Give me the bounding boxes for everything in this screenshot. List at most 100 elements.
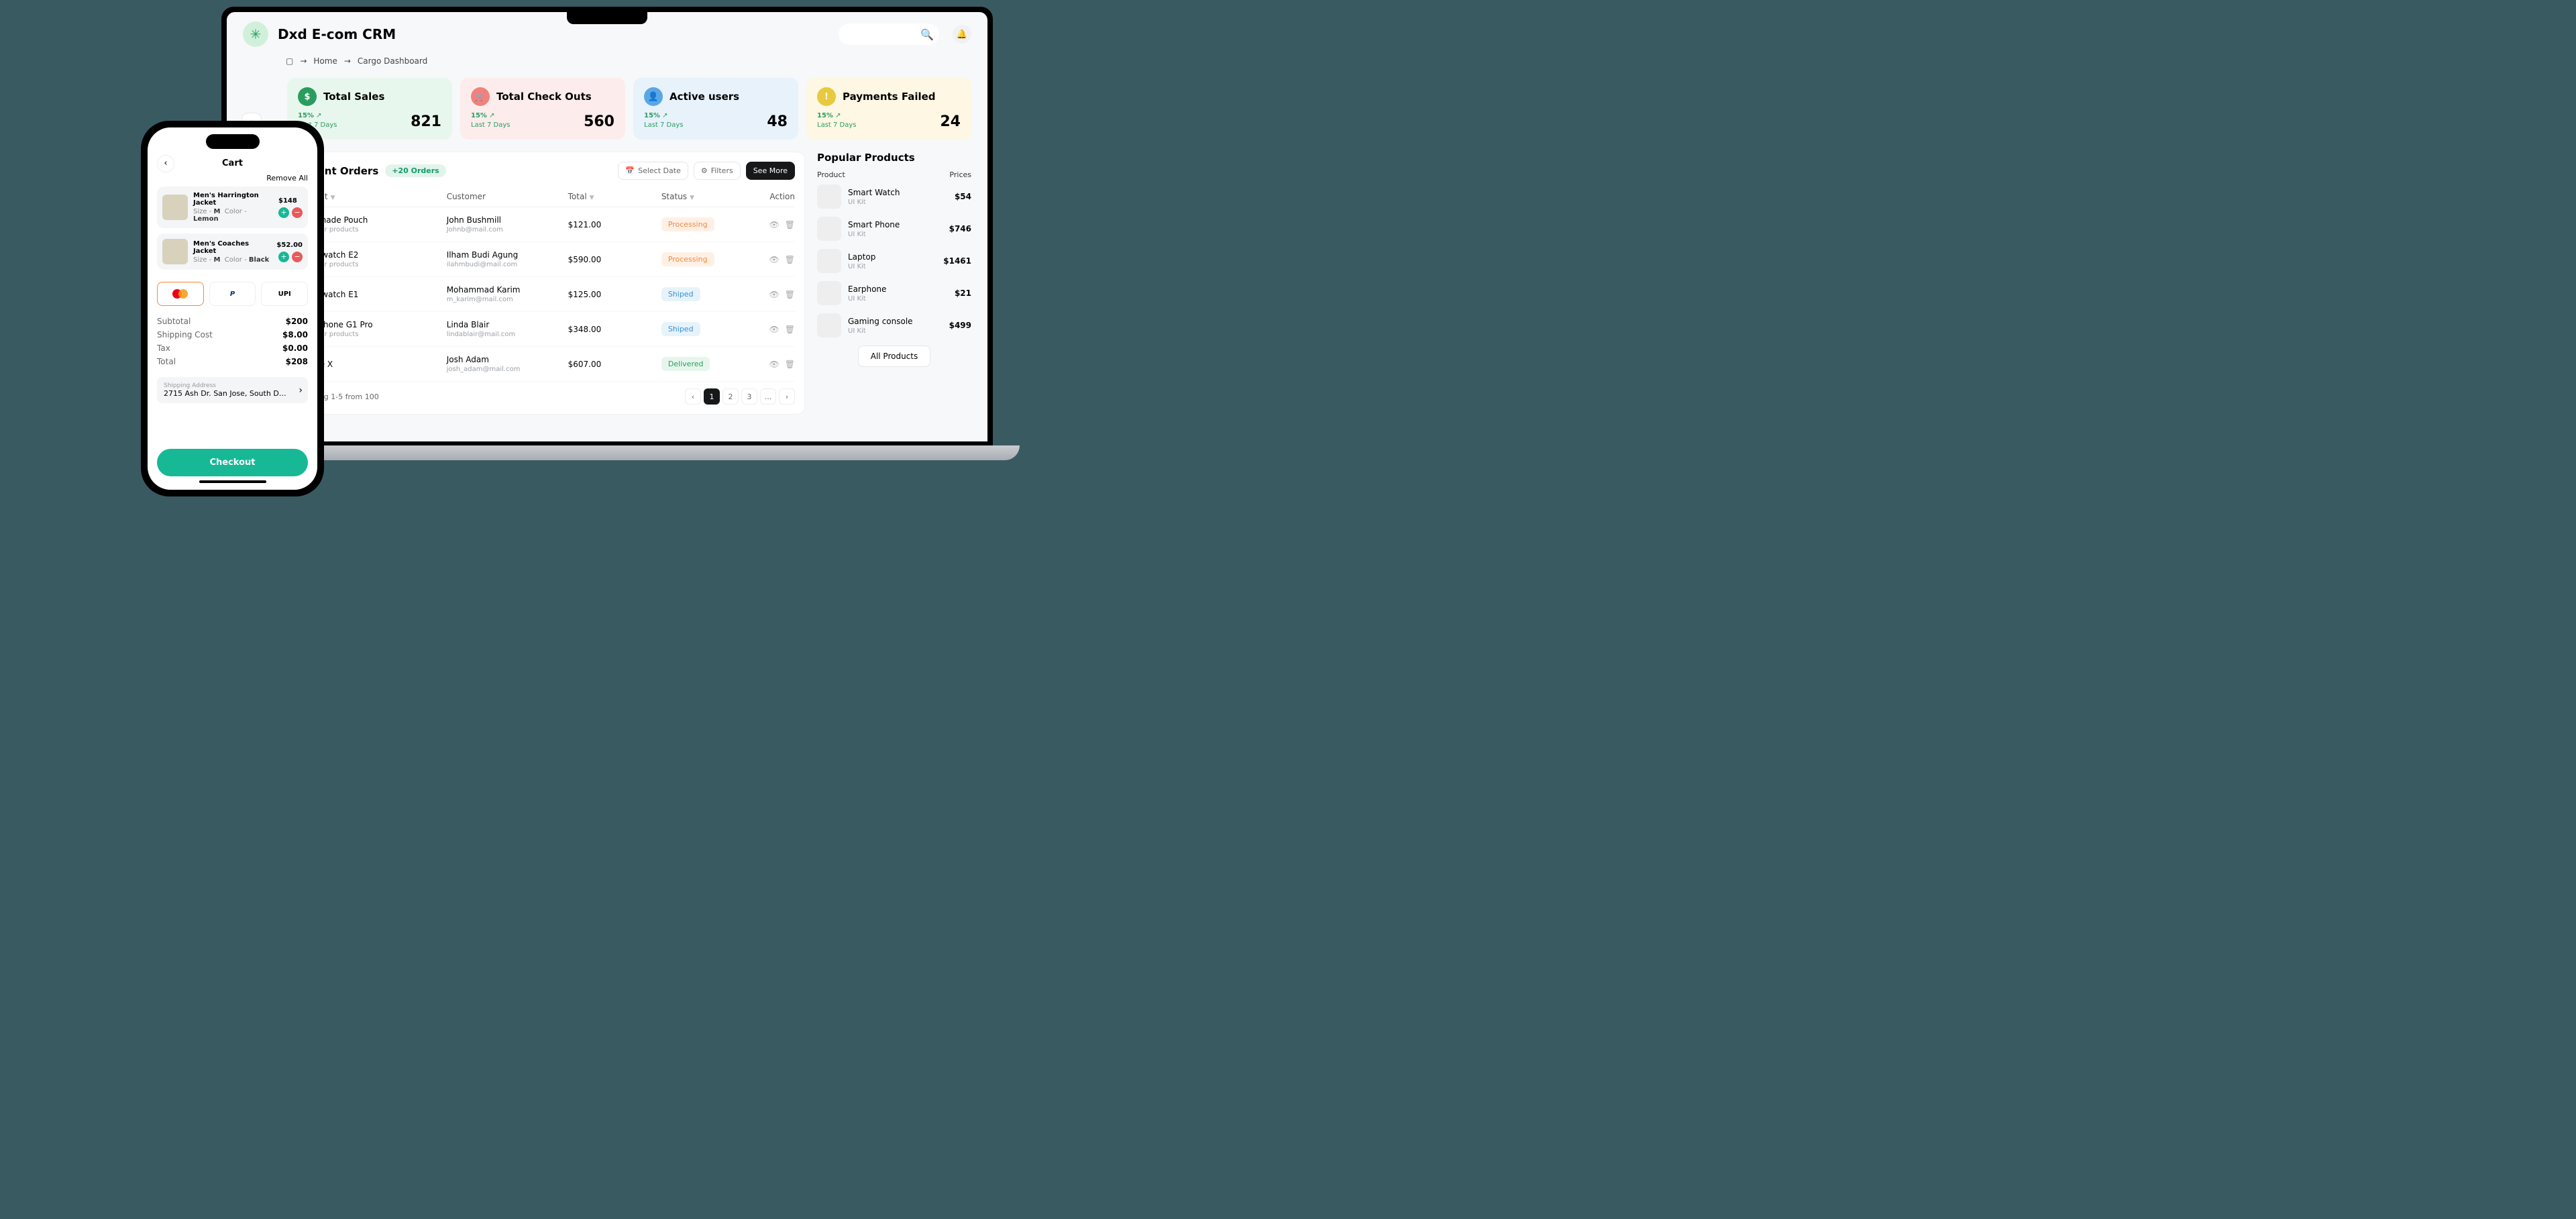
list-item[interactable]: Smart PhoneUI Kit$746 xyxy=(817,217,971,241)
breadcrumb-home[interactable]: Home xyxy=(313,56,337,66)
product-thumb xyxy=(817,217,841,241)
status-badge: Delivered xyxy=(661,357,710,371)
laptop-notch xyxy=(567,12,647,24)
payment-upi[interactable]: UPI xyxy=(261,282,308,306)
search-bar[interactable]: 🔍 xyxy=(839,23,939,45)
page-1[interactable]: 1 xyxy=(704,388,720,405)
see-more-button[interactable]: See More xyxy=(746,162,795,180)
product-thumb xyxy=(817,313,841,337)
app-logo: ✳ xyxy=(243,21,268,47)
status-badge: Processing xyxy=(661,252,714,266)
sort-icon[interactable]: ▼ xyxy=(590,195,594,201)
product-thumb xyxy=(817,184,841,209)
chevron-right-icon: → xyxy=(344,56,351,66)
dollar-icon: $ xyxy=(298,87,317,106)
bell-icon: 🔔 xyxy=(957,30,967,40)
shipping-address[interactable]: Shipping Address 2715 Ash Dr. San Jose, … xyxy=(157,377,308,403)
list-item[interactable]: LaptopUI Kit$1461 xyxy=(817,249,971,273)
status-badge: Shiped xyxy=(661,287,700,301)
checkout-button[interactable]: Checkout xyxy=(157,449,308,476)
table-row[interactable]: Iphone XJosh Adamjosh_adam@mail.com$607.… xyxy=(297,347,795,382)
mastercard-icon xyxy=(172,289,188,299)
payment-methods: P UPI xyxy=(157,282,308,306)
filters-button[interactable]: ⚙Filters xyxy=(694,162,741,180)
chevron-left-icon: ‹ xyxy=(164,158,167,168)
table-row[interactable]: Smartwatch E1Mohammad Karimm_karim@mail.… xyxy=(297,277,795,312)
product-thumb xyxy=(817,249,841,273)
cart-item: Men's Harrington JacketSize - M Color - … xyxy=(157,187,308,228)
warning-icon: ! xyxy=(817,87,836,106)
cart-totals: Subtotal$200 Shipping Cost$8.00 Tax$0.00… xyxy=(157,317,308,370)
all-products-button[interactable]: All Products xyxy=(858,346,931,367)
select-date-button[interactable]: 📅Select Date xyxy=(618,162,688,180)
back-button[interactable]: ‹ xyxy=(157,155,174,172)
qty-decrease[interactable]: − xyxy=(292,207,303,218)
status-badge: Processing xyxy=(661,217,714,231)
qty-decrease[interactable]: − xyxy=(292,252,303,262)
folder-icon: ▢ xyxy=(286,56,293,66)
qty-increase[interactable]: + xyxy=(278,207,289,218)
table-row[interactable]: Smartwatch E2+1 other productsIlham Budi… xyxy=(297,242,795,277)
list-item[interactable]: EarphoneUI Kit$21 xyxy=(817,281,971,305)
pagination: Showing 1-5 from 100 ‹ 1 2 3 ... › xyxy=(297,382,795,405)
calendar-icon: 📅 xyxy=(625,166,635,175)
stats-cards: $Total Sales 15% ↗Last 7 Days 821 🛒Total… xyxy=(227,66,987,148)
card-active-users: 👤Active users 15% ↗Last 7 Days 48 xyxy=(633,78,798,140)
dynamic-island xyxy=(206,134,260,149)
filter-icon: ⚙ xyxy=(701,166,708,175)
product-thumb xyxy=(162,239,188,264)
sort-icon[interactable]: ▼ xyxy=(331,195,335,201)
orders-table: Product▼ Customer Total▼ Status▼ Action … xyxy=(297,187,795,382)
list-item[interactable]: Gaming consoleUI Kit$499 xyxy=(817,313,971,337)
breadcrumb: ▢ → Home → Cargo Dashboard xyxy=(227,56,987,66)
recent-orders-panel: Recent Orders +20 Orders 📅Select Date ⚙F… xyxy=(287,152,805,415)
delete-icon[interactable]: 🗑 xyxy=(785,220,795,229)
remove-all-button[interactable]: Remove All xyxy=(157,174,308,182)
delete-icon[interactable]: 🗑 xyxy=(785,255,795,264)
home-indicator xyxy=(199,480,266,483)
page-3[interactable]: 3 xyxy=(741,388,757,405)
qty-increase[interactable]: + xyxy=(278,252,289,262)
delete-icon[interactable]: 🗑 xyxy=(785,325,795,334)
status-badge: Shiped xyxy=(661,322,700,336)
breadcrumb-current: Cargo Dashboard xyxy=(358,56,427,66)
payment-mastercard[interactable] xyxy=(157,282,204,306)
popular-title: Popular Products xyxy=(817,152,971,164)
laptop-device: ✳ Dxd E-com CRM 🔍 🔔 ▢ → Home → Cargo Das… xyxy=(221,7,993,460)
delete-icon[interactable]: 🗑 xyxy=(785,290,795,299)
phone-device: ‹ Cart Remove All Men's Harrington Jacke… xyxy=(141,121,324,496)
user-icon: 👤 xyxy=(644,87,663,106)
popular-products-panel: Popular Products Product Prices Smart Wa… xyxy=(817,152,971,415)
view-icon[interactable]: 👁 xyxy=(769,255,780,264)
cart-item: Men's Coaches JacketSize - M Color - Bla… xyxy=(157,233,308,270)
card-payments-failed: !Payments Failed 15% ↗Last 7 Days 24 xyxy=(806,78,971,140)
card-checkouts: 🛒Total Check Outs 15% ↗Last 7 Days 560 xyxy=(460,78,625,140)
chevron-right-icon: › xyxy=(299,385,303,396)
delete-icon[interactable]: 🗑 xyxy=(785,360,795,369)
cart-icon: 🛒 xyxy=(471,87,490,106)
orders-count-chip: +20 Orders xyxy=(385,164,445,177)
sort-icon[interactable]: ▼ xyxy=(690,195,694,201)
page-ellipsis: ... xyxy=(760,388,776,405)
list-item[interactable]: Smart WatchUI Kit$54 xyxy=(817,184,971,209)
page-prev[interactable]: ‹ xyxy=(685,388,701,405)
trend-up-icon: ↗ xyxy=(835,112,841,119)
page-2[interactable]: 2 xyxy=(722,388,739,405)
chevron-right-icon: → xyxy=(300,56,307,66)
page-next[interactable]: › xyxy=(779,388,795,405)
cart-title: Cart xyxy=(222,158,243,168)
payment-paypal[interactable]: P xyxy=(209,282,256,306)
search-icon: 🔍 xyxy=(920,28,934,41)
view-icon[interactable]: 👁 xyxy=(769,220,780,229)
view-icon[interactable]: 👁 xyxy=(769,325,780,334)
table-row[interactable]: Headphone G1 Pro+1 other productsLinda B… xyxy=(297,312,795,347)
table-row[interactable]: Handmade Pouch+3 other productsJohn Bush… xyxy=(297,207,795,242)
trend-up-icon: ↗ xyxy=(316,112,321,119)
trend-up-icon: ↗ xyxy=(489,112,494,119)
app-title: Dxd E-com CRM xyxy=(278,26,396,42)
view-icon[interactable]: 👁 xyxy=(769,290,780,299)
notification-button[interactable]: 🔔 xyxy=(953,25,971,44)
product-thumb xyxy=(162,195,188,220)
view-icon[interactable]: 👁 xyxy=(769,360,780,369)
product-thumb xyxy=(817,281,841,305)
